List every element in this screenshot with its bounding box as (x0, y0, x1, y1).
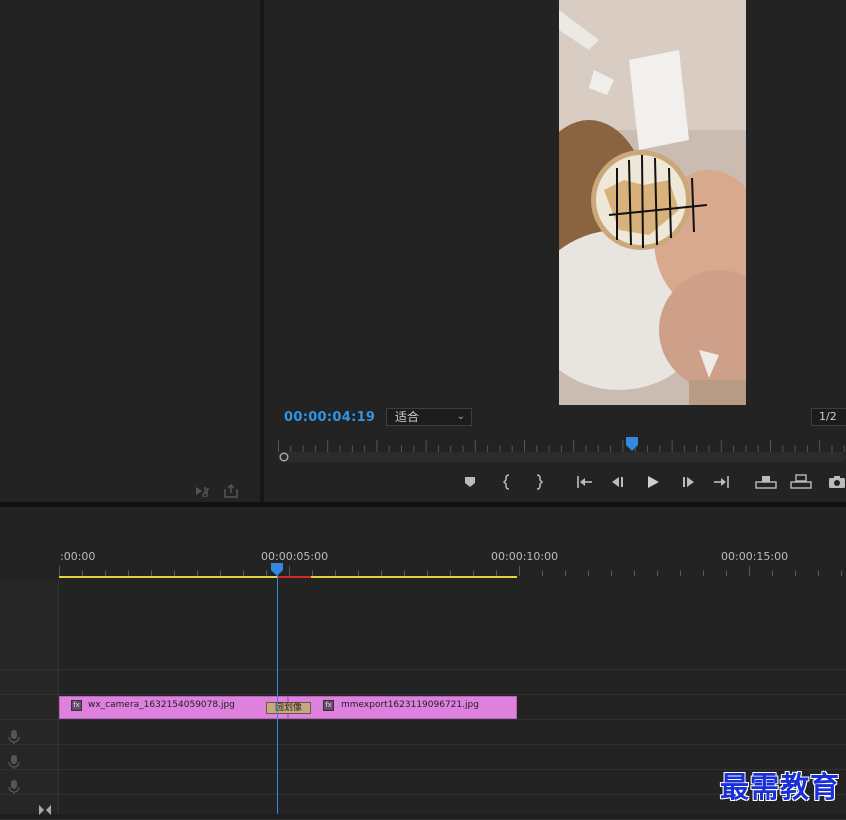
zoom-fit-select[interactable]: 适合 ⌄ (386, 408, 472, 426)
timeline-playhead-line[interactable] (277, 574, 278, 814)
timeline-time-label: :00:00 (60, 550, 96, 563)
monitor-zoom-scrollbar[interactable] (278, 452, 846, 462)
microphone-icon[interactable] (8, 729, 20, 749)
go-to-out-button[interactable] (712, 472, 732, 492)
timeline-time-label: 00:00:05:00 (261, 550, 329, 563)
video-track-row[interactable] (0, 670, 846, 695)
add-marker-button[interactable] (461, 472, 481, 492)
video-track-row[interactable] (0, 645, 846, 670)
go-to-in-icon (577, 476, 592, 488)
play-button[interactable] (643, 472, 663, 492)
current-timecode[interactable]: 00:00:04:19 (284, 410, 375, 425)
resolution-label: 1/2 (819, 410, 837, 423)
monitor-playhead[interactable] (626, 437, 638, 451)
microphone-icon[interactable] (8, 754, 20, 774)
chevron-down-icon: ⌄ (456, 411, 465, 422)
clip-name: mmexport1623119096721.jpg (341, 700, 479, 710)
timeline-time-label: 00:00:15:00 (721, 550, 789, 563)
watermark-logo: 最需教育 (719, 770, 840, 804)
timeline-clip[interactable]: fx wx_camera_1632154059078.jpg (59, 696, 288, 719)
fx-badge: fx (323, 700, 334, 711)
export-frame-button[interactable] (827, 472, 846, 492)
lift-button[interactable] (755, 472, 777, 492)
playback-resolution-select[interactable]: 1/2 (811, 408, 846, 426)
step-forward-button[interactable] (678, 472, 698, 492)
step-back-icon (612, 477, 623, 487)
marker-icon (465, 477, 475, 487)
lift-icon (755, 476, 777, 489)
extract-icon (790, 474, 812, 489)
timeline-time-label: 00:00:10:00 (491, 550, 559, 563)
mark-out-button[interactable] (529, 472, 549, 492)
go-to-out-icon (714, 476, 729, 488)
zoom-fit-label: 适合 (395, 410, 420, 424)
timeline-playhead[interactable] (271, 563, 283, 576)
extract-button[interactable] (790, 472, 812, 492)
timeline-clip[interactable]: fx mmexport1623119096721.jpg (288, 696, 517, 719)
audio-track-row[interactable] (0, 720, 846, 745)
mark-in-icon (502, 474, 510, 490)
step-forward-icon (683, 477, 694, 487)
scrollbar-handle[interactable] (279, 452, 289, 462)
mark-out-icon (536, 474, 544, 490)
go-to-in-button[interactable] (574, 472, 594, 492)
preview-image (559, 0, 746, 405)
camera-icon (829, 476, 845, 488)
microphone-icon[interactable] (8, 779, 20, 799)
export-icon[interactable] (223, 484, 239, 498)
step-back-button[interactable] (608, 472, 628, 492)
monitor-time-ruler[interactable] (278, 440, 846, 452)
transition-effect[interactable]: 圆划像 (266, 702, 311, 714)
insert-icon[interactable] (195, 485, 211, 497)
zoom-tracks-icon[interactable] (38, 801, 52, 820)
project-panel (0, 0, 260, 502)
mark-in-button[interactable] (497, 472, 517, 492)
clip-name: wx_camera_1632154059078.jpg (88, 700, 235, 710)
play-icon (648, 476, 659, 488)
video-preview (559, 0, 746, 405)
render-status-bar (277, 576, 311, 578)
program-monitor (264, 0, 846, 502)
fx-badge: fx (71, 700, 82, 711)
